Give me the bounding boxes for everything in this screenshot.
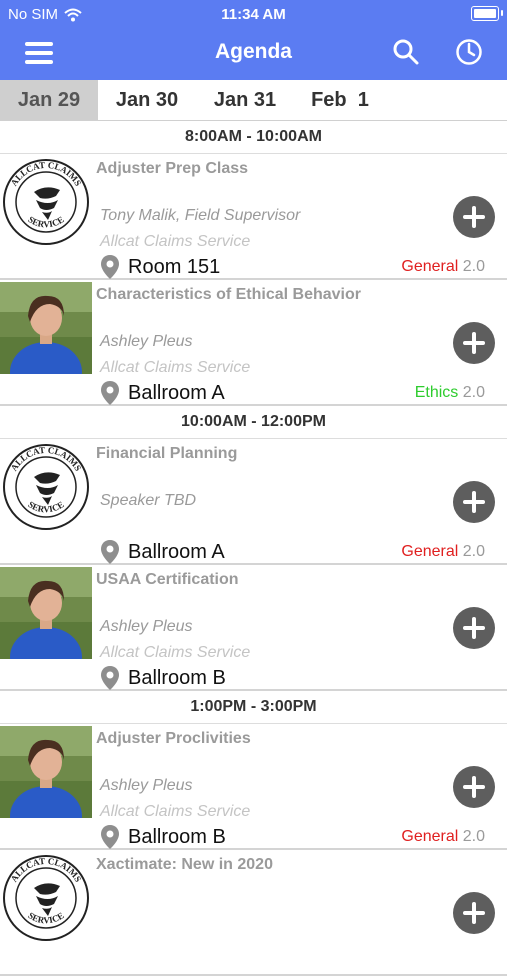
add-to-schedule-button[interactable] [453, 196, 495, 238]
session-room: Ballroom B [100, 665, 226, 691]
tab-jan-31[interactable]: Jan 31 [197, 80, 293, 120]
session-room-label: Ballroom B [128, 825, 226, 848]
page-title: Agenda [214, 40, 292, 63]
speaker-photo [0, 567, 92, 659]
session-row[interactable]: USAA Certification Ashley Pleus Allcat C… [0, 565, 507, 691]
app-header: No SIM 11:34 AM Agenda [0, 0, 507, 80]
location-pin-icon [101, 381, 119, 405]
session-thumbnail [0, 567, 92, 659]
session-speaker: Ashley Pleus [100, 618, 193, 635]
status-bar: No SIM 11:34 AM [0, 0, 507, 28]
session-row[interactable]: ALLCAT CLAIMS SERVICE Xactimate: New in … [0, 850, 507, 976]
clock-icon[interactable] [455, 38, 483, 66]
session-company: Allcat Claims Service [100, 233, 251, 250]
location-pin-icon [101, 666, 119, 690]
session-thumbnail [0, 726, 92, 818]
search-icon[interactable] [392, 38, 420, 66]
tab-feb-1[interactable]: Feb 1 [298, 80, 382, 120]
session-room-label: Ballroom A [128, 381, 225, 404]
session-title: Adjuster Proclivities [96, 730, 251, 747]
session-speaker: Speaker TBD [100, 492, 197, 509]
agenda-list[interactable]: 8:00AM - 10:00AM ALLCAT CLAIMS SERVICE A… [0, 121, 507, 976]
session-track-label: General [401, 258, 459, 275]
nav-bar: Agenda [0, 28, 507, 80]
session-thumbnail: ALLCAT CLAIMS SERVICE [0, 441, 92, 533]
session-track-label: General [401, 543, 459, 560]
company-logo: ALLCAT CLAIMS SERVICE [0, 852, 92, 944]
session-credits: 2.0 [462, 258, 485, 275]
session-title: Adjuster Prep Class [96, 160, 249, 177]
session-title: Characteristics of Ethical Behavior [96, 286, 361, 303]
session-row[interactable]: ALLCAT CLAIMS SERVICE Adjuster Prep Clas… [0, 154, 507, 280]
time-slot-header: 10:00AM - 12:00PM [0, 406, 507, 439]
add-to-schedule-button[interactable] [453, 892, 495, 934]
speaker-photo [0, 282, 92, 374]
session-track: General 2.0 [401, 828, 485, 846]
session-credits: 2.0 [462, 543, 485, 560]
time-slot-header: 1:00PM - 3:00PM [0, 691, 507, 724]
session-room: Ballroom A [100, 539, 225, 565]
location-pin-icon [101, 540, 119, 564]
session-track-label: General [401, 828, 459, 845]
location-pin-icon [101, 255, 119, 279]
company-logo: ALLCAT CLAIMS SERVICE [0, 156, 92, 248]
time-slot-header: 8:00AM - 10:00AM [0, 121, 507, 154]
session-company: Allcat Claims Service [100, 359, 251, 376]
add-to-schedule-button[interactable] [453, 322, 495, 364]
session-room-label: Room 151 [128, 255, 221, 278]
battery-icon [471, 6, 503, 21]
session-speaker: Tony Malik, Field Supervisor [100, 207, 301, 224]
session-company: Allcat Claims Service [100, 803, 251, 820]
session-room-label: Ballroom B [128, 666, 226, 689]
session-title: Financial Planning [96, 445, 238, 462]
session-row[interactable]: Characteristics of Ethical Behavior Ashl… [0, 280, 507, 406]
session-room: Ballroom A [100, 380, 225, 406]
session-thumbnail: ALLCAT CLAIMS SERVICE [0, 852, 92, 944]
session-track: General 2.0 [401, 258, 485, 276]
session-room: Ballroom B [100, 824, 226, 850]
session-company: Allcat Claims Service [100, 644, 251, 661]
date-tabs: Jan 29 Jan 30 Jan 31 Feb 1 [0, 80, 507, 121]
add-to-schedule-button[interactable] [453, 481, 495, 523]
session-track: General 2.0 [401, 543, 485, 561]
session-room-label: Ballroom A [128, 540, 225, 563]
tab-jan-29[interactable]: Jan 29 [0, 80, 98, 120]
session-credits: 2.0 [462, 384, 485, 401]
session-thumbnail: ALLCAT CLAIMS SERVICE [0, 156, 92, 248]
session-row[interactable]: Adjuster Proclivities Ashley Pleus Allca… [0, 724, 507, 850]
tab-jan-30[interactable]: Jan 30 [101, 80, 193, 120]
location-pin-icon [101, 825, 119, 849]
session-track: Ethics 2.0 [415, 384, 485, 402]
session-row[interactable]: ALLCAT CLAIMS SERVICE Financial Planning… [0, 439, 507, 565]
session-track-label: Ethics [414, 384, 459, 401]
company-logo: ALLCAT CLAIMS SERVICE [0, 441, 92, 533]
status-time: 11:34 AM [221, 6, 286, 23]
speaker-photo [0, 726, 92, 818]
session-thumbnail [0, 282, 92, 374]
add-to-schedule-button[interactable] [453, 607, 495, 649]
session-title: USAA Certification [96, 571, 239, 588]
session-speaker: Ashley Pleus [100, 777, 193, 794]
session-credits: 2.0 [462, 828, 485, 845]
session-speaker: Ashley Pleus [100, 333, 193, 350]
session-title: Xactimate: New in 2020 [96, 856, 273, 873]
add-to-schedule-button[interactable] [453, 766, 495, 808]
session-room: Room 151 [100, 254, 220, 280]
